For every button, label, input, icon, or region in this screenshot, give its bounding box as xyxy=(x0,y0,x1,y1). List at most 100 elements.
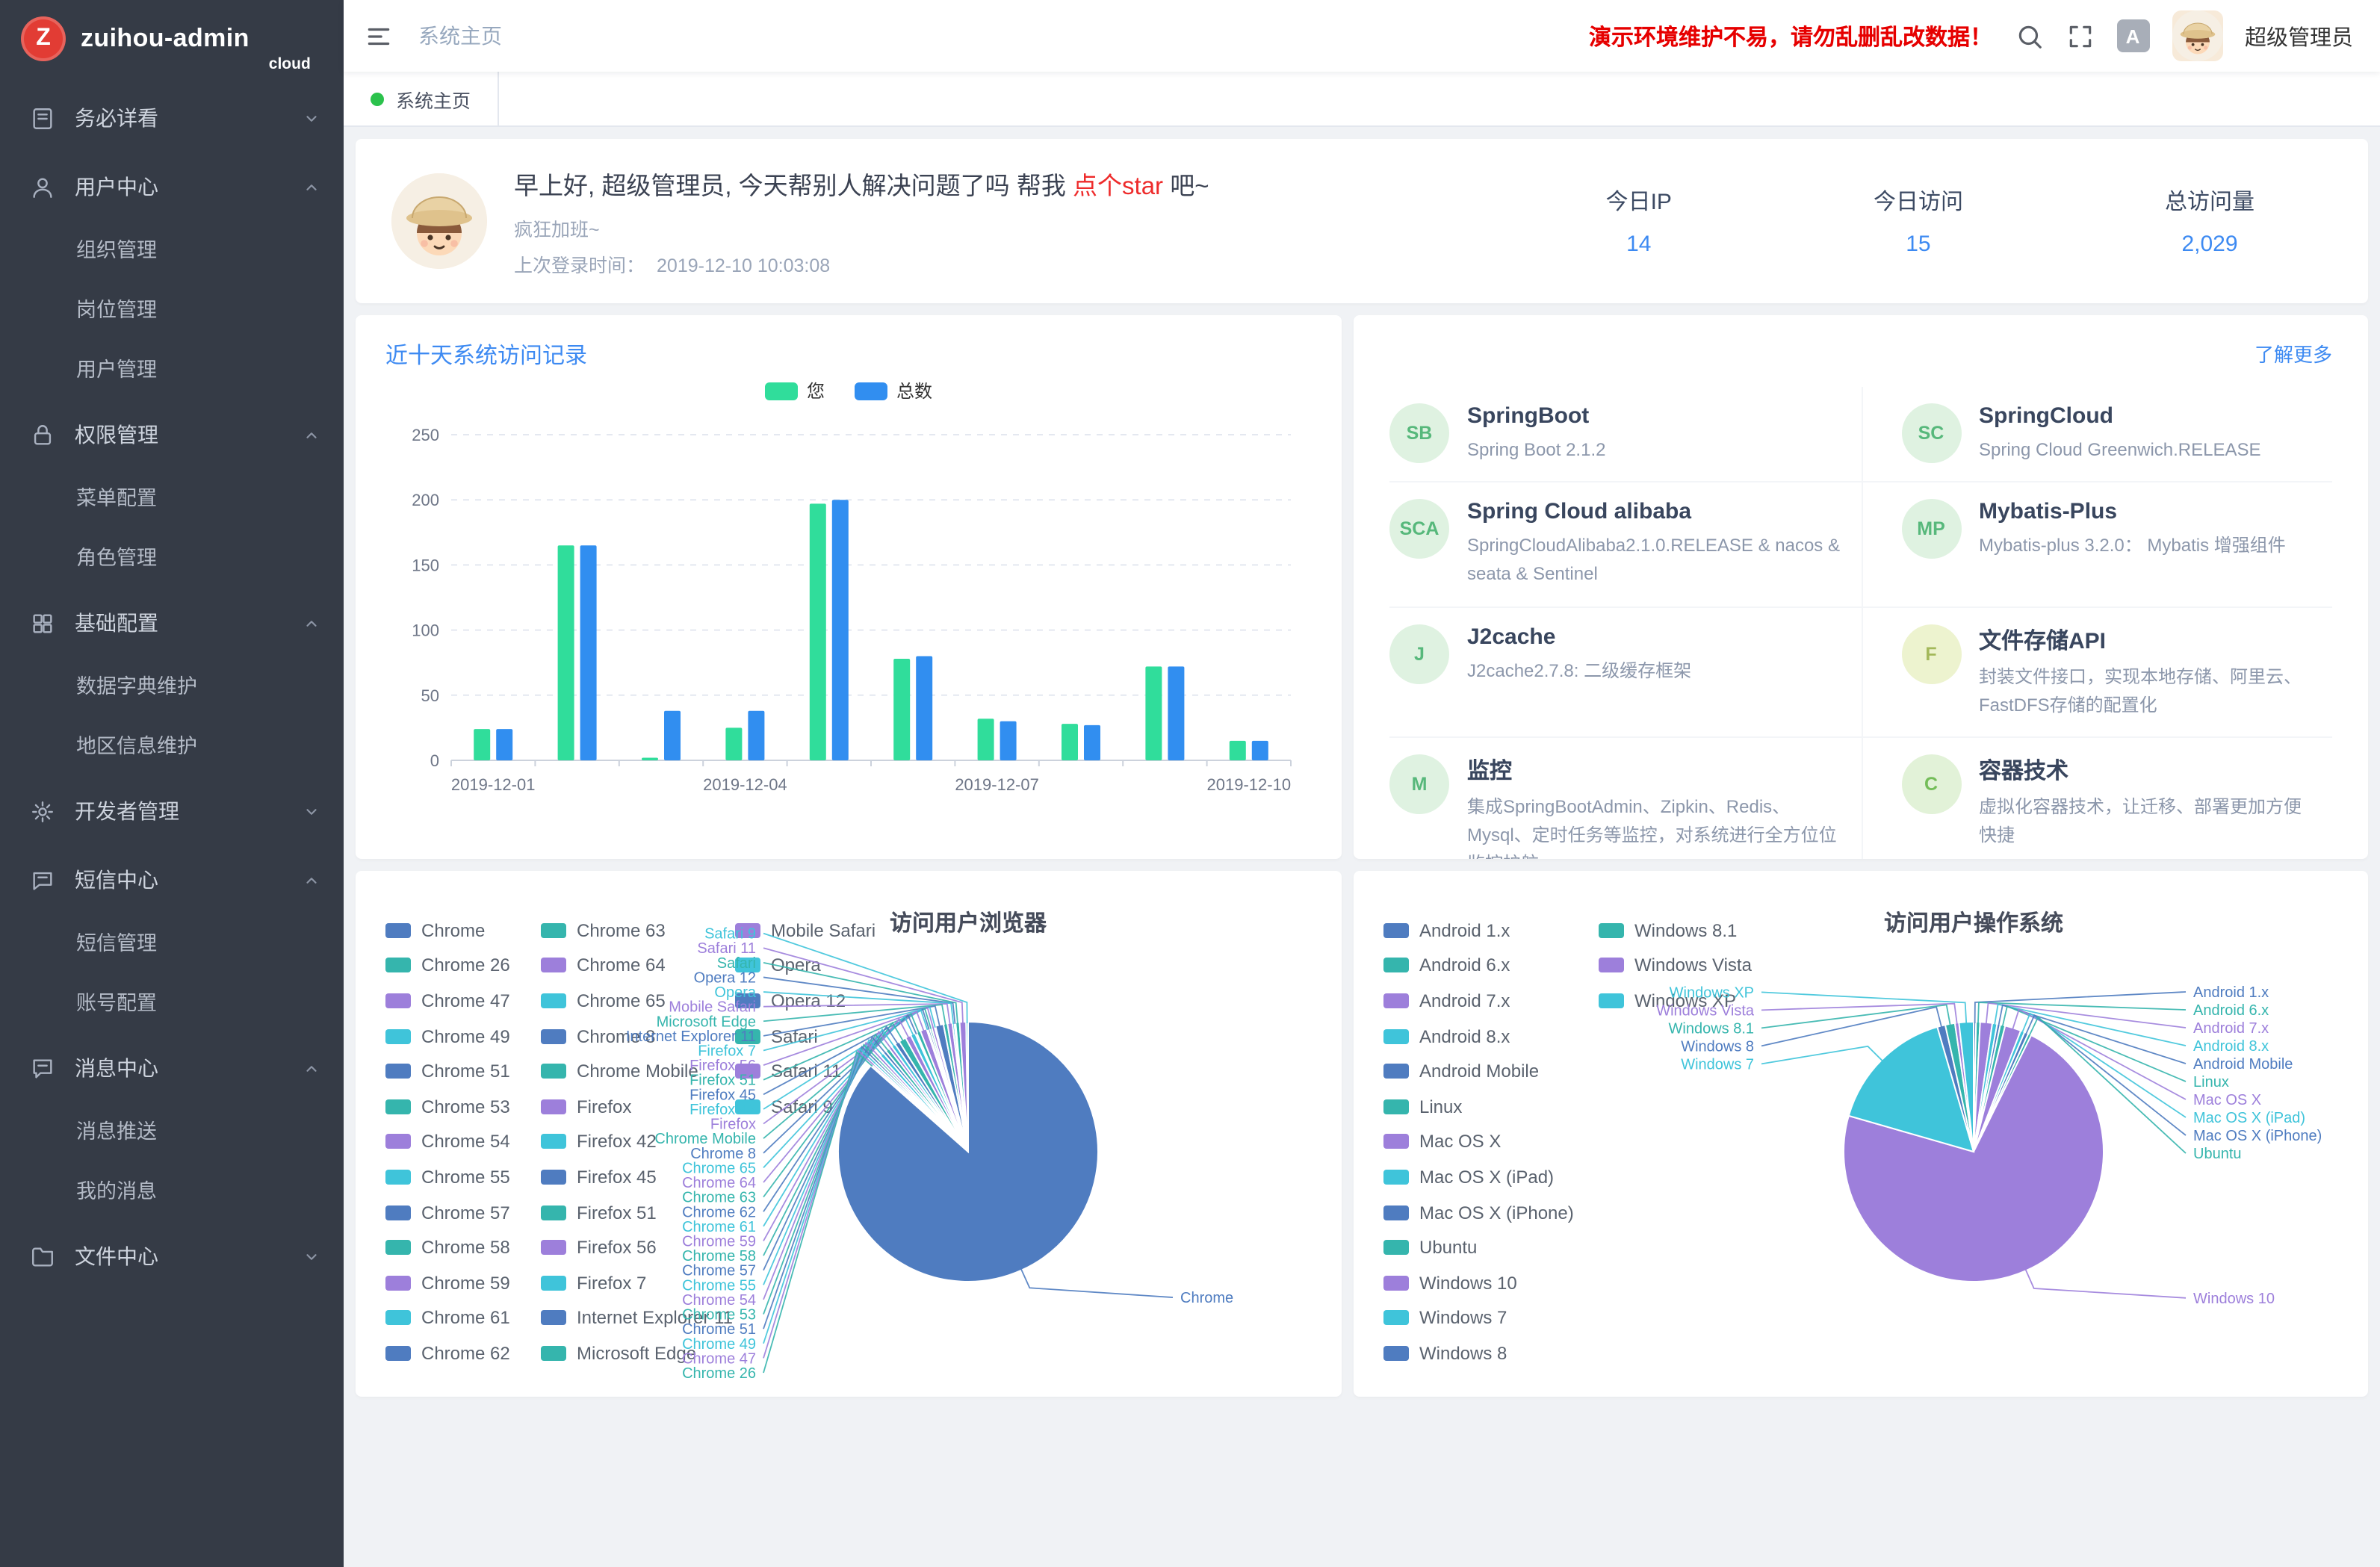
legend-item[interactable]: 总数 xyxy=(855,378,932,403)
app-window: Z zuihou-admin cloud 务必详看用户中心组织管理岗位管理用户管… xyxy=(0,0,2380,1567)
sidebar-subitem[interactable]: 菜单配置 xyxy=(0,469,344,529)
pie-label: Chrome xyxy=(1180,1290,1233,1306)
pie-label: Android Mobile xyxy=(2193,1056,2293,1073)
sidebar-item[interactable]: 务必详看 xyxy=(0,84,344,152)
sidebar-subitem[interactable]: 数据字典维护 xyxy=(0,657,344,717)
feature-desc: 封装文件接口，实现本地存储、阿里云、FastDFS存储的配置化 xyxy=(1979,663,2314,720)
bar[interactable] xyxy=(664,711,681,760)
svg-text:50: 50 xyxy=(421,686,439,705)
sidebar-item[interactable]: 短信中心 xyxy=(0,845,344,914)
svg-text:2019-12-07: 2019-12-07 xyxy=(955,775,1039,794)
sidebar-menu: 务必详看用户中心组织管理岗位管理用户管理权限管理菜单配置角色管理基础配置数据字典… xyxy=(0,78,344,1291)
bar[interactable] xyxy=(916,656,932,760)
stat-value: 14 xyxy=(1606,232,1672,257)
feature-item: JJ2cacheJ2cache2.7.8: 二级缓存框架 xyxy=(1389,607,1861,738)
bar[interactable] xyxy=(580,545,597,760)
stat-label: 今日访问 xyxy=(1874,185,1963,217)
pie-label: Windows 8 xyxy=(1681,1038,1754,1055)
sidebar-item[interactable]: 权限管理 xyxy=(0,400,344,469)
sidebar-item[interactable]: 消息中心 xyxy=(0,1034,344,1102)
pie-label: Ubuntu xyxy=(2193,1146,2242,1162)
feature-title: J2cache xyxy=(1467,624,1691,649)
bar[interactable] xyxy=(1252,741,1268,760)
feature-title: Spring Cloud alibaba xyxy=(1467,499,1843,524)
tab-active-dot xyxy=(371,92,384,105)
sidebar-item-label: 文件中心 xyxy=(75,1241,303,1271)
os-pie-chart[interactable]: Windows XPWindows VistaWindows 8.1Window… xyxy=(1354,880,2368,1388)
greeting-message-prefix: 早上好, 超级管理员, 今天帮别人解决问题了吗 帮我 xyxy=(514,173,1073,199)
sidebar-subitem[interactable]: 消息推送 xyxy=(0,1102,344,1162)
search-icon[interactable] xyxy=(2015,22,2043,50)
sidebar-subitem[interactable]: 我的消息 xyxy=(0,1162,344,1222)
tab-home[interactable]: 系统主页 xyxy=(344,72,499,125)
feature-desc: SpringCloudAlibaba2.1.0.RELEASE & nacos … xyxy=(1467,532,1843,589)
collapse-menu-icon[interactable] xyxy=(365,22,393,50)
bar[interactable] xyxy=(1000,722,1017,760)
bar[interactable] xyxy=(893,659,910,760)
bar[interactable] xyxy=(725,727,742,760)
sidebar-subitem[interactable]: 组织管理 xyxy=(0,221,344,281)
svg-text:150: 150 xyxy=(412,556,439,574)
visits-bar-chart[interactable]: 0501001502002502019-12-012019-12-042019-… xyxy=(382,405,1312,814)
browser-pie-chart[interactable]: Safari 9Safari 11SafariOpera 12OperaMobi… xyxy=(356,880,1342,1388)
legend-item[interactable]: 您 xyxy=(765,378,825,403)
fullscreen-icon[interactable] xyxy=(2066,22,2094,50)
bar[interactable] xyxy=(1168,666,1184,760)
bar[interactable] xyxy=(748,711,764,760)
bar[interactable] xyxy=(1145,666,1162,760)
bar[interactable] xyxy=(558,545,574,760)
legend-swatch xyxy=(765,382,798,400)
feature-badge: SB xyxy=(1389,403,1449,463)
sidebar-subitem[interactable]: 账号配置 xyxy=(0,974,344,1034)
sidebar-item[interactable]: 基础配置 xyxy=(0,589,344,657)
breadcrumb[interactable]: 系统主页 xyxy=(418,21,502,51)
feature-title: SpringBoot xyxy=(1467,403,1605,429)
user-avatar[interactable] xyxy=(2172,10,2222,61)
bar[interactable] xyxy=(1230,741,1246,760)
last-login-label: 上次登录时间： xyxy=(514,255,645,276)
pie-label: Windows 7 xyxy=(1681,1056,1754,1073)
lock-icon xyxy=(30,422,55,447)
feature-title: 文件存储API xyxy=(1979,624,2314,655)
sidebar-subitem[interactable]: 短信管理 xyxy=(0,914,344,974)
bar[interactable] xyxy=(496,729,512,760)
sidebar-item[interactable]: 文件中心 xyxy=(0,1222,344,1291)
stat-value: 2,029 xyxy=(2165,232,2255,257)
app-title: zuihou-admin xyxy=(81,24,250,54)
browser-pie-card: 访问用户浏览器 ChromeChrome 26Chrome 47Chrome 4… xyxy=(356,871,1342,1397)
bar[interactable] xyxy=(832,500,849,760)
sidebar-item-label: 开发者管理 xyxy=(75,796,303,826)
bar-chart-title: 近十天系统访问记录 xyxy=(385,339,1312,370)
gear-icon xyxy=(30,798,55,824)
current-user-name[interactable]: 超级管理员 xyxy=(2245,20,2353,52)
feature-desc: Mybatis-plus 3.2.0： Mybatis 增强组件 xyxy=(1979,532,2286,560)
sidebar-subitem[interactable]: 角色管理 xyxy=(0,529,344,589)
bar[interactable] xyxy=(474,729,490,760)
tab-label: 系统主页 xyxy=(396,84,471,113)
feature-title: 监控 xyxy=(1467,754,1843,786)
sidebar-item[interactable]: 用户中心 xyxy=(0,152,344,221)
bar[interactable] xyxy=(1062,724,1078,760)
sidebar-item-label: 消息中心 xyxy=(75,1053,303,1083)
bar[interactable] xyxy=(642,758,658,760)
star-link[interactable]: 点个star xyxy=(1073,173,1163,199)
sidebar-subitem[interactable]: 用户管理 xyxy=(0,341,344,400)
sidebar-item-label: 务必详看 xyxy=(75,103,303,133)
middle-row: 近十天系统访问记录 您 总数 0501001502002502019-12-012… xyxy=(356,315,2368,859)
sidebar-subitem[interactable]: 地区信息维护 xyxy=(0,717,344,777)
feature-desc: Spring Boot 2.1.2 xyxy=(1467,436,1605,465)
greeting-signature: 疯狂加班~ xyxy=(514,213,1209,241)
feature-item: SCA Spring Cloud alibaba SpringCloudAlibab… xyxy=(1389,482,1861,607)
sidebar-item[interactable]: 开发者管理 xyxy=(0,777,344,845)
font-size-icon[interactable]: A xyxy=(2116,19,2149,52)
feature-badge: SCA xyxy=(1389,499,1449,559)
bar[interactable] xyxy=(810,503,826,760)
learn-more-link[interactable]: 了解更多 xyxy=(2255,339,2332,367)
tab-bar: 系统主页 xyxy=(344,72,2380,127)
sidebar-subitem[interactable]: 岗位管理 xyxy=(0,281,344,341)
folder-icon xyxy=(30,1244,55,1269)
chevron-down-icon xyxy=(303,110,320,126)
bar[interactable] xyxy=(978,719,994,760)
bar[interactable] xyxy=(1084,725,1100,760)
app-logo[interactable]: Z zuihou-admin cloud xyxy=(0,0,344,78)
